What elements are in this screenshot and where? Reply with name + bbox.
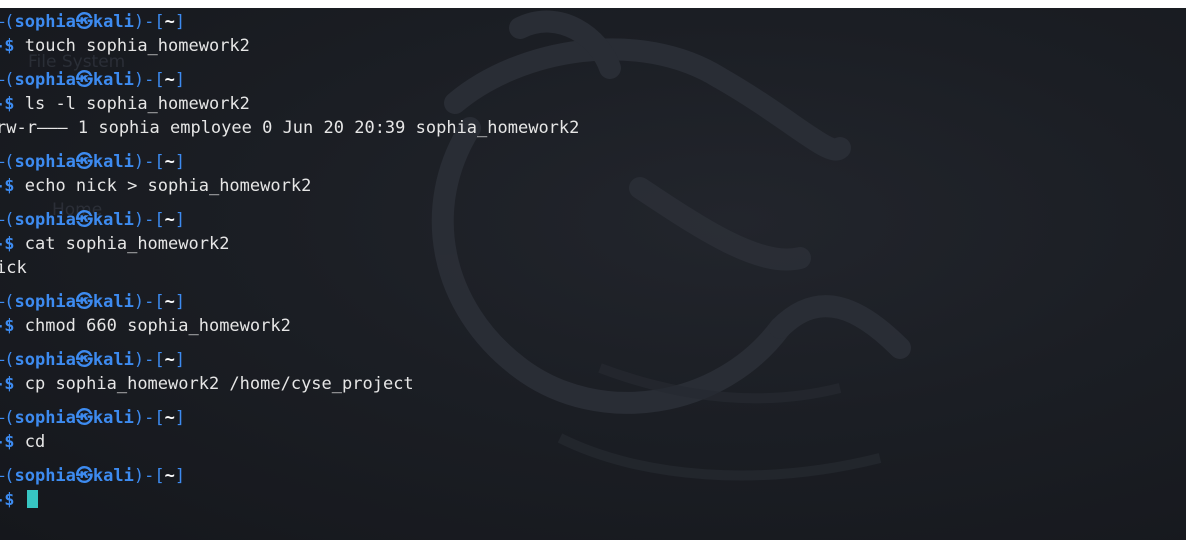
prompt-open: —( — [0, 210, 15, 230]
prompt-user: sophia — [14, 210, 76, 230]
prompt-path: ~ — [164, 408, 175, 428]
prompt-close: ] — [174, 466, 186, 486]
prompt-mid: )-[ — [133, 466, 165, 486]
prompt-dollar: -$ — [0, 374, 15, 394]
prompt-path: ~ — [164, 466, 175, 486]
prompt-header: —(sophia㉿kali)-[~] — [0, 150, 185, 174]
prompt-open: —( — [0, 466, 15, 486]
prompt-path: ~ — [164, 70, 175, 90]
active-command-line: -$ — [0, 488, 38, 512]
prompt-header: —(sophia㉿kali)-[~] — [0, 348, 185, 372]
prompt-dollar: -$ — [0, 36, 15, 56]
prompt-host: kali — [92, 152, 134, 172]
prompt-open: —( — [0, 70, 15, 90]
prompt-open: —( — [0, 350, 15, 370]
prompt-header: —(sophia㉿kali)-[~] — [0, 464, 185, 488]
prompt-host: kali — [92, 12, 134, 32]
prompt-host: kali — [92, 408, 134, 428]
prompt-header: —(sophia㉿kali)-[~] — [0, 290, 185, 314]
prompt-host: kali — [92, 350, 134, 370]
prompt-host: kali — [92, 292, 134, 312]
prompt-open: —( — [0, 292, 15, 312]
prompt-close: ] — [174, 350, 186, 370]
prompt-path: ~ — [164, 152, 175, 172]
prompt-user: sophia — [14, 350, 76, 370]
prompt-user: sophia — [14, 292, 76, 312]
command-text: cd — [24, 432, 46, 452]
prompt-host: kali — [92, 210, 134, 230]
prompt-dollar: -$ — [0, 176, 15, 196]
prompt-close: ] — [174, 210, 186, 230]
prompt-user: sophia — [14, 12, 76, 32]
prompt-close: ] — [174, 292, 186, 312]
terminal-window[interactable]: File System Home —(sophia㉿kali)-[~]-$ to… — [0, 8, 1186, 540]
prompt-at-symbol: ㉿ — [75, 466, 93, 486]
prompt-at-symbol: ㉿ — [75, 12, 93, 32]
command-line: -$ touch sophia_homework2 — [0, 34, 250, 58]
prompt-header: —(sophia㉿kali)-[~] — [0, 406, 185, 430]
prompt-open: —( — [0, 408, 15, 428]
prompt-at-symbol: ㉿ — [75, 292, 93, 312]
prompt-dollar: -$ — [0, 234, 15, 254]
prompt-header: —(sophia㉿kali)-[~] — [0, 208, 185, 232]
prompt-user: sophia — [14, 152, 76, 172]
prompt-path: ~ — [164, 210, 175, 230]
command-line: -$ cp sophia_homework2 /home/cyse_projec… — [0, 372, 414, 396]
command-line: -$ cd — [0, 430, 45, 454]
prompt-mid: )-[ — [133, 292, 165, 312]
prompt-open: —( — [0, 12, 15, 32]
command-output: ick — [0, 258, 27, 278]
prompt-mid: )-[ — [133, 152, 165, 172]
command-text: cat sophia_homework2 — [24, 234, 230, 254]
prompt-at-symbol: ㉿ — [75, 350, 93, 370]
prompt-dollar: -$ — [0, 94, 15, 114]
prompt-at-symbol: ㉿ — [75, 152, 93, 172]
command-text: chmod 660 sophia_homework2 — [24, 316, 291, 336]
command-line: -$ ls -l sophia_homework2 — [0, 92, 250, 116]
prompt-mid: )-[ — [133, 210, 165, 230]
command-text: echo nick > sophia_homework2 — [24, 176, 312, 196]
prompt-dollar: -$ — [0, 490, 15, 510]
prompt-mid: )-[ — [133, 350, 165, 370]
prompt-at-symbol: ㉿ — [75, 70, 93, 90]
prompt-header: —(sophia㉿kali)-[~] — [0, 68, 185, 92]
prompt-at-symbol: ㉿ — [75, 210, 93, 230]
prompt-path: ~ — [164, 292, 175, 312]
command-text: ls -l sophia_homework2 — [24, 94, 250, 114]
prompt-close: ] — [174, 12, 186, 32]
command-text: touch sophia_homework2 — [24, 36, 250, 56]
prompt-close: ] — [174, 70, 186, 90]
prompt-mid: )-[ — [133, 12, 165, 32]
command-output: rw-r——— 1 sophia employee 0 Jun 20 20:39… — [0, 118, 580, 138]
prompt-host: kali — [92, 70, 134, 90]
prompt-close: ] — [174, 152, 186, 172]
command-line: -$ echo nick > sophia_homework2 — [0, 174, 311, 198]
prompt-at-symbol: ㉿ — [75, 408, 93, 428]
prompt-header: —(sophia㉿kali)-[~] — [0, 10, 185, 34]
prompt-mid: )-[ — [133, 408, 165, 428]
command-line: -$ cat sophia_homework2 — [0, 232, 229, 256]
prompt-path: ~ — [164, 350, 175, 370]
prompt-dollar: -$ — [0, 316, 15, 336]
prompt-path: ~ — [164, 12, 175, 32]
prompt-close: ] — [174, 408, 186, 428]
command-line: -$ chmod 660 sophia_homework2 — [0, 314, 291, 338]
prompt-mid: )-[ — [133, 70, 165, 90]
command-text: cp sophia_homework2 /home/cyse_project — [24, 374, 414, 394]
prompt-dollar: -$ — [0, 432, 15, 452]
prompt-host: kali — [92, 466, 134, 486]
prompt-open: —( — [0, 152, 15, 172]
text-cursor[interactable] — [26, 490, 38, 508]
prompt-user: sophia — [14, 466, 76, 486]
prompt-user: sophia — [14, 70, 76, 90]
prompt-user: sophia — [14, 408, 76, 428]
